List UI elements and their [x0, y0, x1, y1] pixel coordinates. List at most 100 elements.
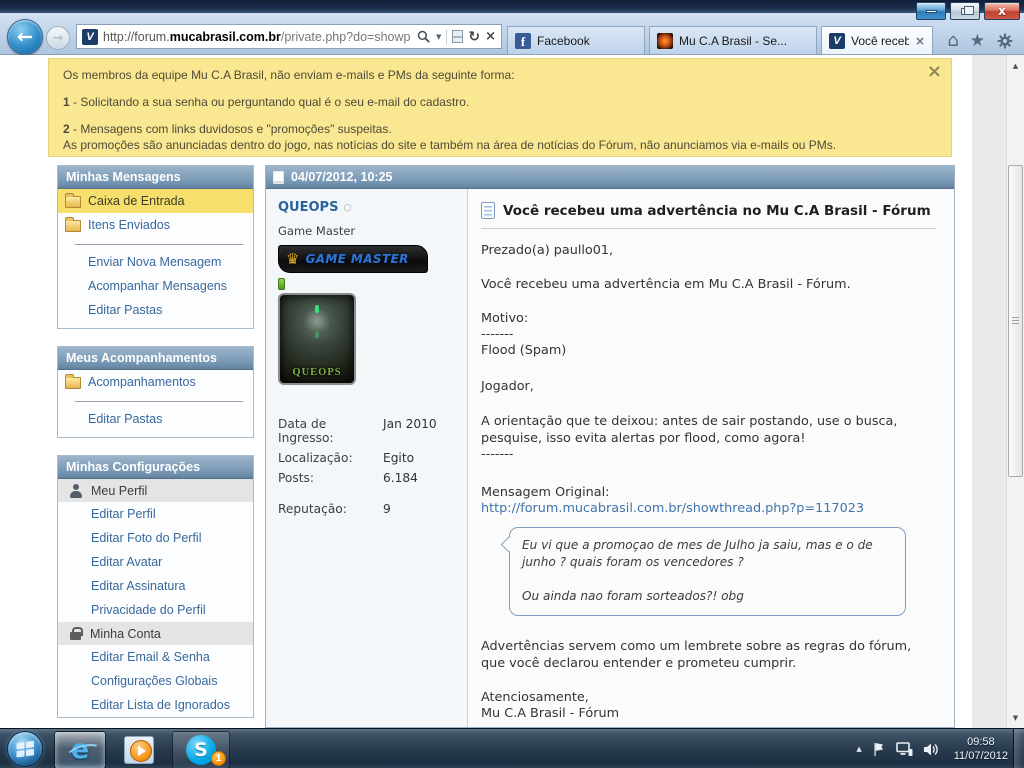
message-paragraph: Jogador, [481, 379, 936, 395]
forward-button[interactable]: → [46, 26, 70, 50]
sidebar-group-minha-conta[interactable]: Minha Conta [58, 622, 253, 645]
vbulletin-favicon-icon: V [82, 29, 98, 45]
windows-flag-icon [16, 741, 35, 758]
mu-site-icon [657, 33, 673, 49]
scroll-up-icon[interactable]: ▲ [1007, 57, 1024, 74]
sidebar-group-meu-perfil[interactable]: Meu Perfil [58, 479, 253, 502]
url-domain: mucabrasil.com.br [170, 30, 281, 44]
window-controls: x [916, 2, 1020, 20]
author-info-column: QUEOPS ○ Game Master ♛ GAME MASTER QUEOP… [266, 189, 468, 727]
panel-title: Minhas Mensagens [58, 166, 253, 189]
sidebar-item-itens-enviados[interactable]: Itens Enviados [58, 213, 253, 237]
message-dashes: ------- [481, 327, 936, 343]
taskbar-button-skype[interactable]: S 1 [172, 731, 230, 768]
minimize-button[interactable] [916, 2, 946, 20]
search-icon[interactable] [416, 29, 431, 44]
taskbar-clock[interactable]: 09:58 11/07/2012 [954, 735, 1008, 763]
show-desktop-button[interactable] [1013, 729, 1024, 768]
stop-icon[interactable]: × [485, 29, 496, 44]
scrollbar-thumb[interactable] [1008, 165, 1023, 477]
message-greeting: Prezado(a) paullo01, [481, 243, 936, 259]
panel-title: Minhas Configurações [58, 456, 253, 479]
group-header-label: Minha Conta [90, 627, 161, 641]
folder-icon [65, 196, 81, 208]
online-status-icon: ○ [343, 203, 351, 213]
sidebar-link-editar-lista-de-ignorados[interactable]: Editar Lista de Ignorados [58, 693, 253, 717]
window-titlebar [0, 0, 1024, 13]
start-button[interactable] [7, 731, 43, 767]
sidebar-link-privacidade-do-perfil[interactable]: Privacidade do Perfil [58, 598, 253, 622]
original-message-label: Mensagem Original: [481, 485, 936, 501]
game-master-badge: ♛ GAME MASTER [278, 245, 428, 273]
sidebar-link-editar-avatar[interactable]: Editar Avatar [58, 550, 253, 574]
sidebar: Minhas Mensagens Caixa de Entrada Itens … [57, 165, 254, 718]
volume-icon[interactable] [923, 742, 940, 757]
close-button[interactable]: x [984, 2, 1020, 20]
back-arrow-icon: ← [17, 26, 33, 48]
clock-date: 11/07/2012 [954, 749, 1008, 763]
taskbar-button-internet-explorer[interactable]: e [54, 731, 106, 768]
message-date: 04/07/2012, 10:25 [291, 170, 392, 184]
lock-icon [70, 627, 81, 640]
sidebar-link-acompanhar-mensagens[interactable]: Acompanhar Mensagens [58, 274, 253, 298]
sidebar-link-editar-perfil[interactable]: Editar Perfil [58, 502, 253, 526]
restore-button[interactable] [950, 2, 980, 20]
crown-icon: ♛ [286, 252, 299, 267]
stat-value: Jan 2010 [383, 417, 437, 445]
message-subject-text: Você recebeu uma advertência no Mu C.A B… [503, 203, 931, 219]
tools-gear-icon[interactable] [996, 32, 1014, 50]
address-bar[interactable]: V http://forum.mucabrasil.com.br/private… [76, 24, 502, 49]
stat-row: Reputação: 9 [278, 502, 455, 516]
address-dropdown-icon[interactable]: ▼ [436, 33, 441, 41]
panel-minhas-configuracoes: Minhas Configurações Meu Perfil Editar P… [57, 455, 254, 718]
message-paragraph: Advertências servem como um lembrete sob… [481, 638, 936, 672]
divider [75, 244, 243, 246]
sidebar-link-configuracoes-globais[interactable]: Configurações Globais [58, 669, 253, 693]
sidebar-link-editar-assinatura[interactable]: Editar Assinatura [58, 574, 253, 598]
author-user-title: Game Master [278, 224, 455, 238]
tab-close-icon[interactable]: × [915, 34, 925, 48]
sidebar-link-editar-foto-do-perfil[interactable]: Editar Foto do Perfil [58, 526, 253, 550]
home-icon[interactable]: ⌂ [947, 30, 958, 51]
taskbar: e S 1 ▲ 09:58 11/07/2012 [0, 728, 1024, 768]
url-text[interactable]: http://forum.mucabrasil.com.br/private.p… [103, 30, 411, 44]
favorites-star-icon[interactable]: ★ [970, 31, 985, 51]
message-closing: Atenciosamente, [481, 690, 936, 706]
tab-label: Mu C.A Brasil - Se... [679, 34, 787, 48]
scroll-down-icon[interactable]: ▼ [1007, 709, 1024, 726]
sidebar-link-enviar-nova-mensagem[interactable]: Enviar Nova Mensagem [58, 250, 253, 274]
sidebar-link-editar-pastas[interactable]: Editar Pastas [58, 298, 253, 322]
network-icon[interactable] [896, 742, 913, 757]
author-username-link[interactable]: QUEOPS [278, 200, 338, 215]
notice-close-icon[interactable]: × [927, 61, 942, 82]
panel-minhas-mensagens: Minhas Mensagens Caixa de Entrada Itens … [57, 165, 254, 329]
tab-facebook[interactable]: f Facebook [507, 26, 645, 55]
action-center-flag-icon[interactable] [872, 742, 886, 757]
compatibility-view-icon[interactable] [452, 30, 463, 43]
message-motivo-value: Flood (Spam) [481, 343, 936, 359]
message-icon [481, 202, 495, 219]
vbulletin-favicon-icon: V [829, 33, 845, 49]
sidebar-item-acompanhamentos[interactable]: Acompanhamentos [58, 370, 253, 394]
sidebar-link-editar-pastas-2[interactable]: Editar Pastas [58, 407, 253, 431]
tab-mu-ca-brasil[interactable]: Mu C.A Brasil - Se... [649, 26, 817, 55]
user-icon [69, 484, 82, 497]
url-path: /private.php?do=showpm&p [281, 30, 411, 44]
notice-footer: As promoções são anunciadas dentro do jo… [63, 138, 937, 152]
notice-item-text: - Solicitando a sua senha ou perguntando… [70, 95, 470, 109]
back-button[interactable]: ← [7, 19, 43, 55]
vertical-scrollbar[interactable]: ▲ ▼ [1006, 55, 1024, 728]
separator [446, 29, 447, 45]
sidebar-link-editar-email-senha[interactable]: Editar Email & Senha [58, 645, 253, 669]
stat-label: Localização: [278, 451, 383, 465]
notice-item-number: 1 [63, 95, 70, 109]
tab-voce-recebeu[interactable]: V Você recebeu ... × [821, 26, 933, 55]
original-message-link[interactable]: http://forum.mucabrasil.com.br/showthrea… [481, 501, 936, 517]
author-avatar[interactable]: QUEOPS [278, 293, 356, 385]
sidebar-item-caixa-de-entrada[interactable]: Caixa de Entrada [58, 189, 253, 213]
sidebar-item-label: Caixa de Entrada [88, 194, 185, 208]
refresh-icon[interactable]: ↻ [468, 29, 480, 45]
hidden-icons-arrow-icon[interactable]: ▲ [856, 745, 861, 753]
taskbar-button-media-player[interactable] [113, 731, 165, 768]
message-body-column: Você recebeu uma advertência no Mu C.A B… [468, 189, 954, 727]
